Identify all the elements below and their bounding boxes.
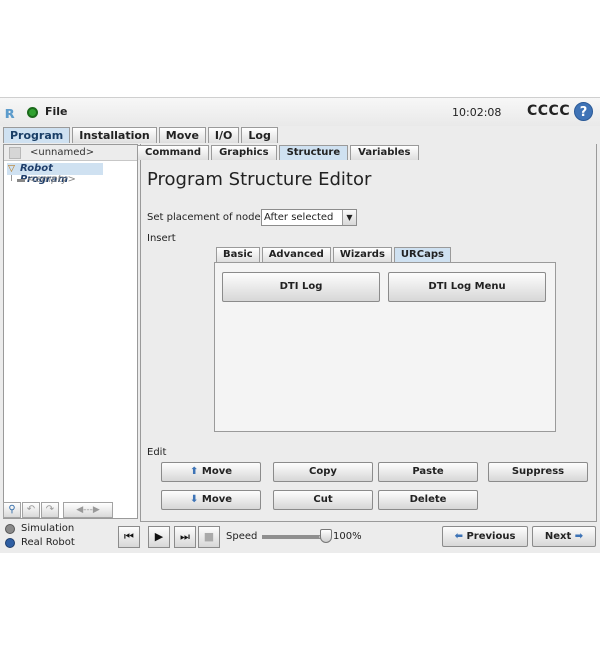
- skip-to-start-icon[interactable]: ⏮: [118, 526, 140, 548]
- undo-icon[interactable]: ↶: [22, 502, 40, 518]
- arrow-down-icon: ⬇: [190, 494, 199, 505]
- robot-name: CCCC: [527, 103, 571, 119]
- copy-button[interactable]: Copy: [273, 462, 373, 482]
- placement-value: After selected: [264, 212, 334, 223]
- polyscope-window: ʀ File 10:02:08 CCCC ? Program Installat…: [0, 97, 600, 553]
- dti-log-button[interactable]: DTI Log: [222, 272, 380, 302]
- cut-button[interactable]: Cut: [273, 490, 373, 510]
- move-down-label: Move: [201, 494, 232, 505]
- tab-urcaps[interactable]: URCaps: [393, 247, 451, 262]
- speed-value: 100%: [333, 531, 362, 542]
- edit-label: Edit: [147, 447, 167, 458]
- next-label: Next: [544, 531, 572, 542]
- insert-tabs: Basic Advanced Wizards URCaps: [216, 247, 453, 262]
- arrow-up-icon: ⬆: [190, 466, 199, 477]
- ur-logo-icon: ʀ: [5, 103, 16, 122]
- program-file-icon: [9, 147, 21, 159]
- next-button[interactable]: Next ➡: [532, 526, 596, 547]
- previous-label: Previous: [466, 531, 516, 542]
- real-robot-label[interactable]: Real Robot: [21, 537, 75, 548]
- file-menu[interactable]: File: [45, 105, 68, 118]
- tab-program[interactable]: Program: [3, 127, 71, 143]
- tab-structure[interactable]: Structure: [278, 145, 349, 160]
- placement-select[interactable]: After selected ▼: [261, 209, 357, 226]
- clock: 10:02:08: [452, 106, 502, 119]
- tab-wizards[interactable]: Wizards: [332, 247, 392, 262]
- dti-log-menu-button[interactable]: DTI Log Menu: [388, 272, 546, 302]
- tab-move[interactable]: Move: [158, 127, 206, 143]
- bottom-bar: Simulation Real Robot ⏮ ▶ ⏭ ■ Speed 100%…: [0, 522, 600, 553]
- stop-icon[interactable]: ■: [198, 526, 220, 548]
- move-down-button[interactable]: ⬇ Move: [161, 490, 261, 510]
- tab-advanced[interactable]: Advanced: [261, 247, 331, 262]
- step-icon[interactable]: ⏭: [174, 526, 196, 548]
- tree-toolbar: ⚲ ↶ ↷ ◀---▶: [3, 501, 138, 519]
- tab-installation[interactable]: Installation: [72, 127, 157, 143]
- move-up-label: Move: [201, 466, 232, 477]
- previous-button[interactable]: ⬅ Previous: [442, 526, 528, 547]
- paste-button[interactable]: Paste: [378, 462, 478, 482]
- program-header: <unnamed>: [4, 145, 137, 161]
- speed-slider-track[interactable]: [262, 535, 328, 539]
- simulation-label[interactable]: Simulation: [21, 523, 74, 534]
- speed-label: Speed: [226, 531, 258, 542]
- help-icon[interactable]: ?: [574, 102, 593, 121]
- tab-variables[interactable]: Variables: [350, 145, 419, 160]
- tab-command[interactable]: Command: [137, 145, 210, 160]
- tree-connector: [11, 175, 12, 181]
- speed-slider-handle[interactable]: [320, 529, 332, 543]
- tab-basic[interactable]: Basic: [216, 247, 260, 262]
- title-bar: ʀ File 10:02:08 CCCC ?: [0, 98, 600, 126]
- play-icon[interactable]: ▶: [148, 526, 170, 548]
- tab-io[interactable]: I/O: [207, 127, 240, 143]
- simulation-radio[interactable]: [5, 524, 15, 534]
- program-tree-panel: <unnamed> ▽ Robot Program <empty>: [3, 144, 138, 519]
- expand-triangle-icon[interactable]: ▽: [8, 164, 15, 174]
- move-node-control[interactable]: ◀---▶: [63, 502, 113, 518]
- chevron-down-icon[interactable]: ▼: [342, 210, 356, 225]
- tab-graphics[interactable]: Graphics: [211, 145, 277, 160]
- empty-node-icon: [17, 179, 25, 182]
- tab-log[interactable]: Log: [241, 127, 278, 143]
- redo-icon[interactable]: ↷: [41, 502, 59, 518]
- real-robot-radio[interactable]: [5, 538, 15, 548]
- tree-node-empty[interactable]: <empty>: [27, 174, 76, 185]
- move-up-button[interactable]: ⬆ Move: [161, 462, 261, 482]
- arrow-left-icon: ⬅: [454, 531, 463, 542]
- program-name: <unnamed>: [30, 147, 95, 158]
- program-sub-tabs: Command Graphics Structure Variables: [137, 145, 421, 160]
- main-tabs: Program Installation Move I/O Log: [3, 127, 280, 143]
- suppress-button[interactable]: Suppress: [488, 462, 588, 482]
- delete-button[interactable]: Delete: [378, 490, 478, 510]
- placement-label: Set placement of node: [147, 212, 261, 223]
- search-icon[interactable]: ⚲: [3, 502, 21, 518]
- speed-slider-fill: [263, 536, 319, 538]
- power-status-icon[interactable]: [27, 107, 38, 118]
- insert-label: Insert: [147, 233, 176, 244]
- arrow-right-icon: ➡: [574, 531, 584, 542]
- page-title: Program Structure Editor: [147, 169, 372, 190]
